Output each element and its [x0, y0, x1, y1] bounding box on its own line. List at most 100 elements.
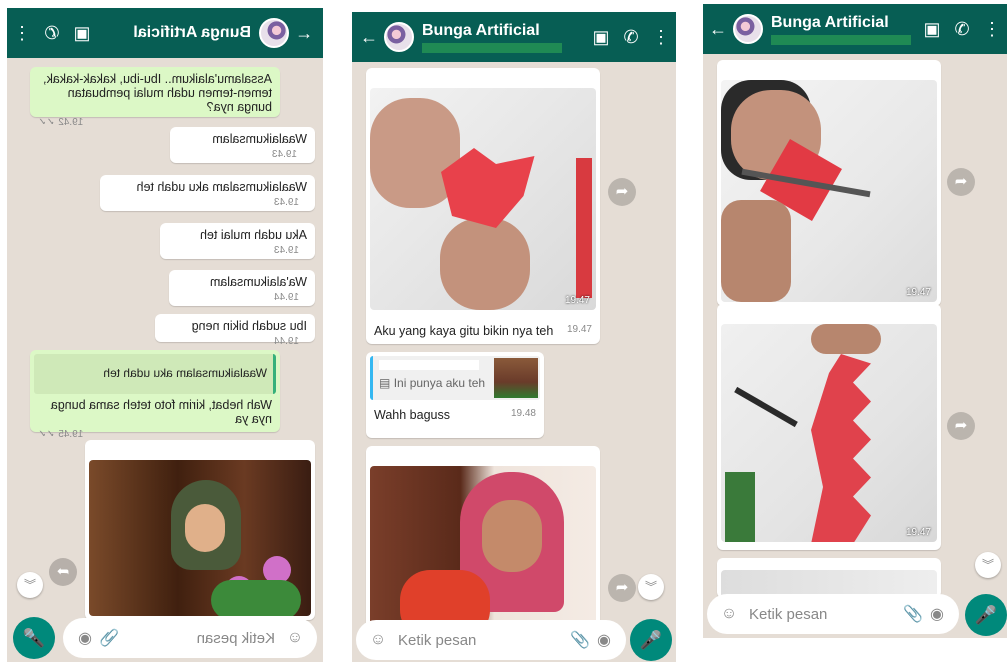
- photo-zigzag-strip: [811, 354, 871, 542]
- message-time: 19.44: [273, 336, 299, 347]
- mic-button[interactable]: 🎤: [630, 619, 672, 661]
- forward-icon[interactable]: ➦: [608, 178, 636, 206]
- read-tick-icon: ✓✓: [38, 429, 55, 440]
- emoji-icon[interactable]: ☺: [283, 629, 307, 647]
- quoted-text: Waalaikumsalam aku udah teh: [103, 366, 267, 380]
- contact-status-redacted: [771, 34, 911, 45]
- message-bubble[interactable]: Aku udah mulai teh 19.43: [160, 223, 315, 259]
- photo-girl-with-flowers[interactable]: [89, 460, 311, 616]
- mic-button[interactable]: 🎤: [13, 617, 55, 659]
- back-arrow-icon[interactable]: ←: [289, 23, 319, 44]
- message-text: Waalaikumsalam: [212, 132, 307, 146]
- emoji-icon[interactable]: ☺: [717, 605, 741, 623]
- message-bubble[interactable]: Waalaikumsalam aku udah teh 19.43: [100, 175, 315, 211]
- phone-icon[interactable]: ✆: [37, 23, 67, 44]
- scroll-down-button[interactable]: ︾: [17, 572, 43, 598]
- message-bubble[interactable]: Waalaikumsalam 19.43: [170, 127, 315, 163]
- photo-hand: [440, 218, 530, 310]
- message-time: 19.48: [510, 408, 536, 419]
- back-arrow-icon[interactable]: ←: [703, 19, 733, 40]
- message-time: 19.47: [566, 324, 592, 335]
- quoted-thumbnail: [494, 358, 538, 398]
- quoted-message[interactable]: ▤ Ini punya aku teh: [370, 356, 540, 400]
- chat-header: ← Bunga Artificial ▣ ✆ ⋮: [352, 12, 676, 62]
- message-text: Wahh baguss: [374, 408, 450, 422]
- message-text: Wa'alaikumsalam: [209, 275, 307, 289]
- menu-icon[interactable]: ⋮: [646, 27, 676, 48]
- mic-icon: 🎤: [974, 605, 998, 625]
- forward-icon[interactable]: ➦: [947, 412, 975, 440]
- composer-placeholder[interactable]: Ketik pesan: [121, 630, 275, 647]
- image-message[interactable]: 19.47: [717, 304, 941, 550]
- camera-icon[interactable]: ◉: [592, 630, 616, 650]
- contact-name: Bunga Artificial: [771, 13, 889, 31]
- message-bubble[interactable]: Waalaikumsalam aku udah teh Wah hebat, k…: [30, 350, 280, 440]
- composer-placeholder[interactable]: Ketik pesan: [749, 606, 901, 623]
- phone-icon[interactable]: ✆: [947, 19, 977, 40]
- contact-info[interactable]: Bunga Artificial: [771, 14, 911, 45]
- message-composer[interactable]: ☺ Ketik pesan 📎 ◉: [63, 618, 317, 658]
- back-arrow-icon[interactable]: ←: [354, 27, 384, 48]
- forward-icon[interactable]: ➦: [947, 168, 975, 196]
- message-time: 19.42: [58, 117, 84, 128]
- avatar[interactable]: [259, 18, 289, 48]
- forward-icon[interactable]: ➦: [608, 574, 636, 602]
- attach-icon[interactable]: 📎: [97, 628, 121, 648]
- chat-panel-3: ← Bunga Artificial ▣ ✆ ⋮ 19.47 ➦ 19.47 ➦…: [703, 4, 1007, 662]
- photo-woman-with-flowers[interactable]: [370, 466, 596, 646]
- composer-placeholder[interactable]: Ketik pesan: [398, 632, 568, 649]
- mirrored-chat-view: ← Bunga Artificial ▣ ✆ ⋮ Assalamu'alaiku…: [7, 8, 323, 662]
- message-bubble[interactable]: ▤ Ini punya aku teh Wahh baguss 19.48: [366, 352, 544, 438]
- video-call-icon[interactable]: ▣: [917, 19, 947, 40]
- photo-time: 19.47: [564, 295, 590, 306]
- chat-header: ← Bunga Artificial ▣ ✆ ⋮: [7, 8, 323, 58]
- message-time: 19.43: [273, 245, 299, 256]
- contact-name[interactable]: Bunga Artificial: [133, 24, 251, 42]
- camera-icon[interactable]: ◉: [925, 604, 949, 624]
- message-composer[interactable]: ☺ Ketik pesan 📎 ◉: [356, 620, 626, 660]
- quoted-message[interactable]: Waalaikumsalam aku udah teh: [34, 354, 276, 394]
- image-message[interactable]: [366, 446, 600, 646]
- message-time: 19.45: [58, 429, 84, 440]
- contact-status-redacted: [422, 42, 562, 53]
- message-text: Aku udah mulai teh: [199, 228, 307, 242]
- video-call-icon[interactable]: ▣: [586, 27, 616, 48]
- menu-icon[interactable]: ⋮: [977, 19, 1007, 40]
- photo-face: [482, 500, 542, 572]
- caption-text: Aku yang kaya gitu bikin nya teh: [374, 324, 554, 338]
- avatar[interactable]: [384, 22, 414, 52]
- mic-button[interactable]: 🎤: [965, 594, 1007, 636]
- message-text: Waalaikumsalam aku udah teh: [136, 180, 307, 194]
- attach-icon[interactable]: 📎: [568, 630, 592, 650]
- message-time: 19.43: [273, 197, 299, 208]
- avatar[interactable]: [733, 14, 763, 44]
- menu-icon[interactable]: ⋮: [7, 23, 37, 44]
- phone-icon[interactable]: ✆: [616, 27, 646, 48]
- photo-face: [185, 504, 225, 552]
- camera-icon[interactable]: ◉: [73, 628, 97, 648]
- chat-header: ← Bunga Artificial ▣ ✆ ⋮: [703, 4, 1007, 54]
- image-message[interactable]: 19.47: [717, 60, 941, 306]
- quoted-text-row: ▤ Ini punya aku teh: [379, 376, 490, 390]
- attach-icon[interactable]: 📎: [901, 604, 925, 624]
- contact-info[interactable]: Bunga Artificial: [422, 22, 562, 53]
- message-bubble[interactable]: Wa'alaikumsalam 19.44: [169, 270, 315, 306]
- image-message[interactable]: [85, 440, 315, 620]
- message-bubble[interactable]: Ibu sudah bikin neng 19.44: [155, 314, 315, 347]
- video-call-icon[interactable]: ▣: [67, 23, 97, 44]
- photo-scissors: [734, 386, 798, 428]
- message-composer[interactable]: ☺ Ketik pesan 📎 ◉: [707, 594, 959, 634]
- photo-paper-flower-folding[interactable]: 19.47: [370, 88, 596, 310]
- emoji-icon[interactable]: ☺: [366, 631, 390, 649]
- message-bubble[interactable]: Assalamu'alaikum.. Ibu-ibu, kakak-kakak,…: [30, 67, 280, 128]
- scroll-down-button[interactable]: ︾: [638, 574, 664, 600]
- image-message[interactable]: [717, 558, 941, 598]
- photo-time: 19.47: [905, 527, 931, 538]
- image-message[interactable]: 19.47 Aku yang kaya gitu bikin nya teh 1…: [366, 68, 600, 344]
- scroll-down-button[interactable]: ︾: [975, 552, 1001, 578]
- photo-zigzag-paper[interactable]: 19.47: [721, 324, 937, 542]
- photo-red-paper: [576, 158, 592, 298]
- photo-cutting-paper[interactable]: 19.47: [721, 80, 937, 302]
- forward-icon[interactable]: ➦: [49, 558, 77, 586]
- read-tick-icon: ✓✓: [38, 117, 55, 128]
